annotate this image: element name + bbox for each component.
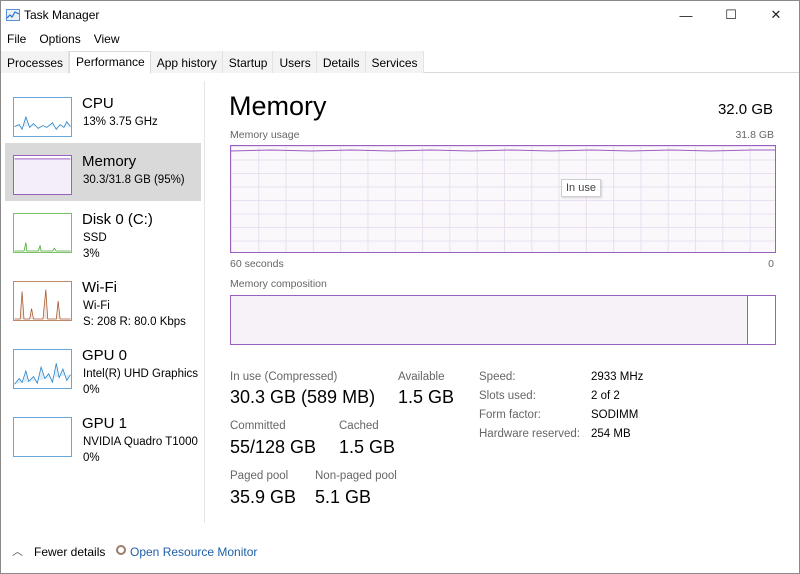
cached-value: 1.5 GB: [339, 437, 396, 457]
slots-value: 2 of 2: [591, 390, 620, 402]
resource-detail: SSD: [83, 232, 107, 244]
tab-app-history[interactable]: App history: [150, 51, 223, 73]
resource-title: Disk 0 (C:): [82, 211, 153, 228]
resource-title: Memory: [82, 153, 137, 170]
tab-performance[interactable]: Performance: [69, 51, 151, 74]
menu-file[interactable]: File: [1, 29, 33, 49]
speed-label: Speed:: [479, 371, 516, 383]
gpu1-thumbnail-graph: [13, 417, 72, 457]
minimize-button[interactable]: —: [663, 1, 709, 29]
resource-detail-2: 3%: [83, 248, 100, 260]
in-use-value: 30.3 GB (589 MB): [230, 387, 376, 407]
nonpaged-pool-value: 5.1 GB: [315, 487, 372, 507]
resource-wifi[interactable]: Wi-Fi Wi-Fi S: 208 R: 80.0 Kbps: [5, 269, 201, 328]
tab-details[interactable]: Details: [316, 51, 366, 73]
committed-value: 55/128 GB: [230, 437, 317, 457]
available-label: Available: [398, 371, 445, 383]
hardware-reserved-value: 254 MB: [591, 428, 631, 440]
memory-thumbnail-graph: [13, 155, 72, 195]
composition-in-use-segment[interactable]: [231, 296, 748, 344]
usage-graph-max: 31.8 GB: [735, 129, 774, 141]
usage-graph-label: Memory usage: [230, 129, 300, 141]
form-factor-label: Form factor:: [479, 409, 541, 421]
chevron-up-icon[interactable]: ︿: [12, 543, 23, 559]
resource-title: GPU 0: [82, 347, 128, 364]
nonpaged-pool-label: Non-paged pool: [315, 470, 397, 482]
resource-detail: Intel(R) UHD Graphics: [83, 368, 199, 380]
resource-detail-2: 0%: [83, 384, 100, 396]
maximize-button[interactable]: ☐: [708, 1, 754, 29]
memory-usage-graph[interactable]: [230, 145, 776, 253]
menu-options[interactable]: Options: [33, 29, 87, 49]
slots-label: Slots used:: [479, 390, 536, 402]
in-use-label: In use (Compressed): [230, 371, 338, 383]
resource-detail-2: 0%: [83, 452, 100, 464]
resource-gpu0[interactable]: GPU 0 Intel(R) UHD Graphics 0%: [5, 337, 201, 396]
footer: ︿ Fewer details Open Resource Monitor: [1, 539, 799, 565]
gpu0-thumbnail-graph: [13, 349, 72, 389]
resource-detail: Wi-Fi: [83, 300, 110, 312]
resource-memory[interactable]: Memory 30.3/31.8 GB (95%): [5, 143, 201, 201]
paged-pool-value: 35.9 GB: [230, 487, 297, 507]
tab-services[interactable]: Services: [365, 51, 424, 73]
resource-detail-2: S: 208 R: 80.0 Kbps: [83, 316, 186, 328]
tab-users[interactable]: Users: [273, 51, 317, 73]
resource-gpu1[interactable]: GPU 1 NVIDIA Quadro T1000 0%: [5, 405, 201, 464]
speed-value: 2933 MHz: [591, 371, 644, 383]
resource-detail: NVIDIA Quadro T1000: [83, 436, 198, 448]
window-title: Task Manager: [24, 8, 100, 22]
resource-detail: 13% 3.75 GHz: [83, 116, 158, 128]
fewer-details-link[interactable]: Fewer details: [34, 545, 105, 559]
title-bar[interactable]: Task Manager — ☐ ✕: [1, 1, 799, 29]
total-memory: 32.0 GB: [717, 101, 773, 118]
page-title: Memory: [229, 91, 327, 121]
paged-pool-label: Paged pool: [230, 470, 289, 482]
cached-label: Cached: [339, 420, 379, 432]
tab-bar: Processes Performance App history Startu…: [1, 51, 799, 74]
task-manager-icon: [6, 9, 20, 21]
time-axis-right: 0: [768, 258, 774, 270]
resource-detail: 30.3/31.8 GB (95%): [83, 174, 185, 186]
disk-thumbnail-graph: [13, 213, 72, 253]
composition-label: Memory composition: [230, 278, 327, 290]
menu-view[interactable]: View: [88, 29, 127, 49]
resource-title: CPU: [82, 95, 114, 112]
tab-startup[interactable]: Startup: [222, 51, 274, 73]
committed-label: Committed: [230, 420, 286, 432]
resource-title: GPU 1: [82, 415, 128, 432]
resource-disk[interactable]: Disk 0 (C:) SSD 3%: [5, 201, 201, 260]
menu-bar: File Options View: [1, 29, 127, 49]
wifi-thumbnail-graph: [13, 281, 72, 321]
resource-monitor-icon: [116, 545, 126, 555]
close-button[interactable]: ✕: [753, 1, 799, 29]
task-manager-window: Task Manager — ☐ ✕ File Options View Pro…: [0, 0, 800, 574]
in-use-tooltip: In use: [561, 179, 601, 197]
time-axis-left: 60 seconds: [230, 258, 284, 270]
resource-list: CPU 13% 3.75 GHz Memory 30.3/31.8 GB (95…: [1, 81, 205, 523]
cpu-thumbnail-graph: [13, 97, 72, 137]
resource-title: Wi-Fi: [82, 279, 117, 296]
available-value: 1.5 GB: [398, 387, 455, 407]
form-factor-value: SODIMM: [591, 409, 639, 421]
resource-cpu[interactable]: CPU 13% 3.75 GHz: [5, 85, 201, 143]
memory-composition-bar[interactable]: [230, 295, 776, 345]
tab-processes[interactable]: Processes: [1, 51, 70, 73]
open-resource-monitor-link[interactable]: Open Resource Monitor: [130, 545, 257, 559]
hardware-reserved-label: Hardware reserved:: [479, 428, 580, 440]
